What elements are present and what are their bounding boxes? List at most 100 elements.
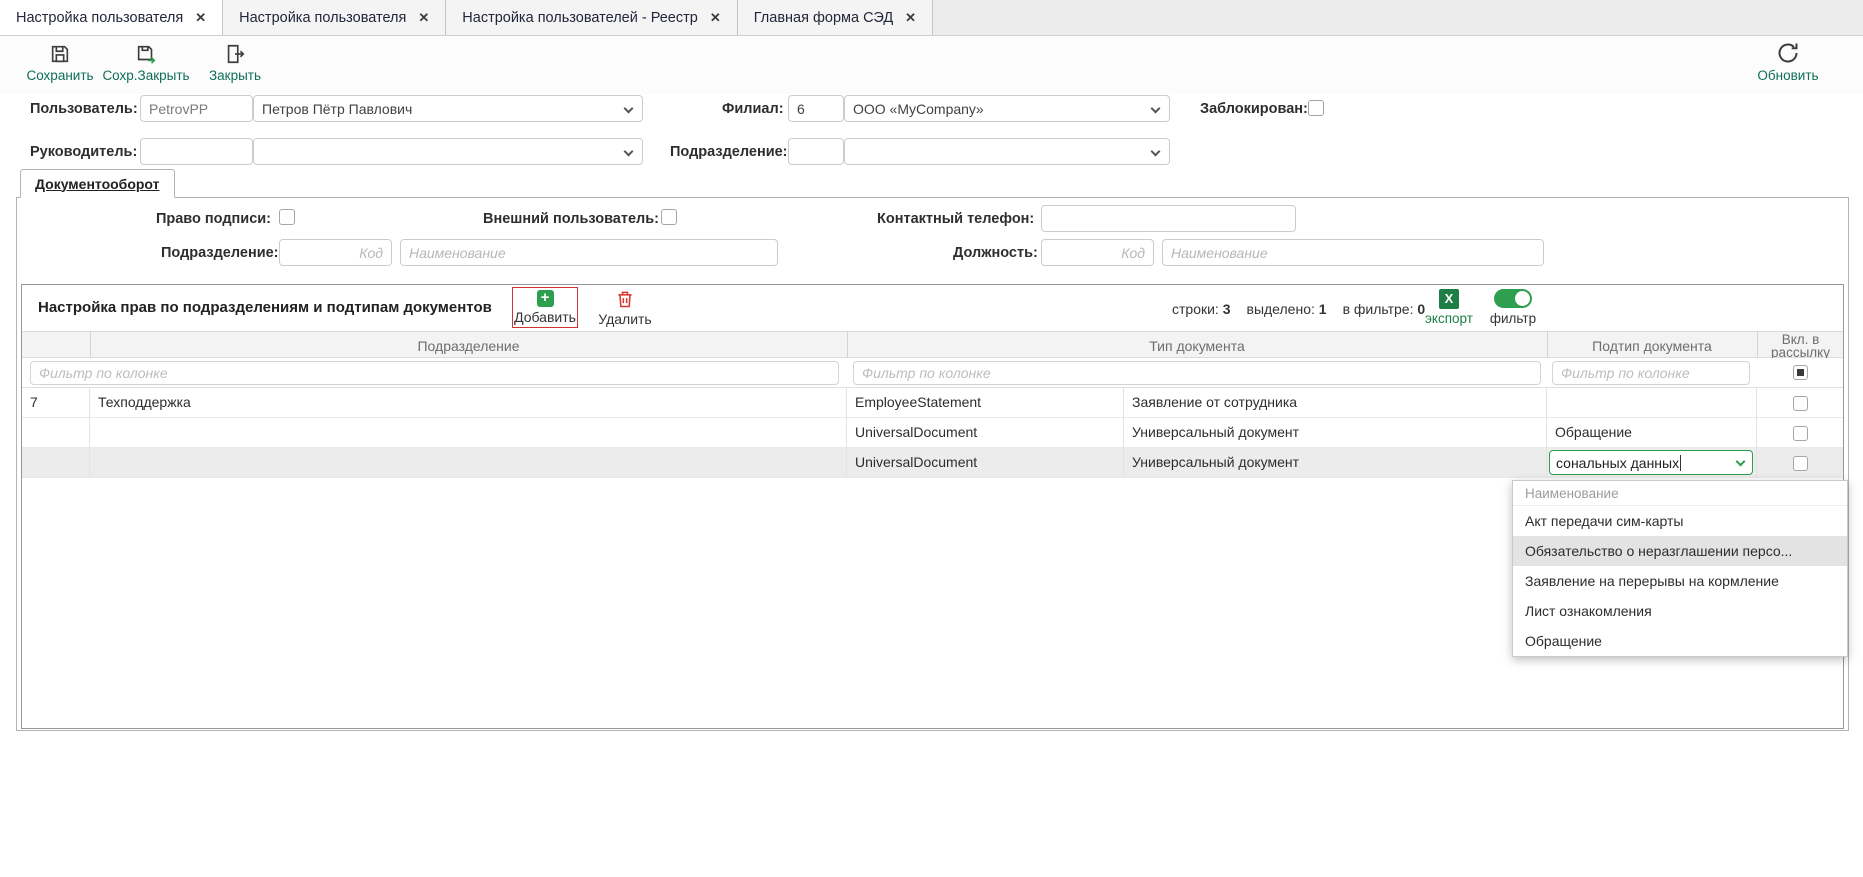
filter-toggle-button[interactable]: фильтр: [1484, 289, 1542, 326]
grid-stats: строки: 3 выделено: 1 в фильтре: 0: [1172, 301, 1425, 317]
trash-icon: [615, 289, 635, 309]
tab-user-settings-2[interactable]: Настройка пользователя ✕: [223, 0, 446, 35]
dropdown-item[interactable]: Лист ознакомления: [1513, 596, 1847, 626]
manager-code-input[interactable]: [140, 138, 253, 165]
row-number-cell: 7: [22, 388, 90, 418]
chevron-down-icon: [624, 104, 634, 114]
doc-type-code-cell: UniversalDocument: [847, 448, 1124, 478]
sub-department-name-input[interactable]: [400, 239, 778, 266]
tab-document-flow-label: Документооборот: [35, 176, 160, 192]
tab-label: Главная форма СЭД: [754, 10, 893, 26]
close-icon[interactable]: ✕: [710, 10, 721, 26]
table-row[interactable]: 7 Техподдержка EmployeeStatement Заявлен…: [22, 388, 1843, 418]
department-label: Подразделение:: [670, 144, 780, 160]
mailing-cell: [1757, 418, 1844, 448]
user-code-input[interactable]: [140, 95, 253, 122]
filter-doc-type-input[interactable]: [853, 361, 1541, 385]
branch-name-combobox[interactable]: ООО «MyCompany»: [844, 95, 1170, 122]
column-header-mailing[interactable]: Вкл. в рассылку: [1757, 332, 1844, 359]
mailing-cell: [1757, 448, 1844, 478]
delete-row-button[interactable]: Удалить: [594, 289, 656, 327]
selected-stat: выделено: 1: [1247, 301, 1327, 317]
mailing-checkbox[interactable]: [1793, 456, 1808, 471]
filter-doc-subtype-input[interactable]: [1552, 361, 1750, 385]
save-close-icon: [135, 43, 157, 65]
refresh-button[interactable]: Обновить: [1756, 41, 1820, 83]
branch-code-input[interactable]: [788, 95, 844, 122]
tab-label: Настройка пользователя: [239, 10, 406, 26]
dropdown-item[interactable]: Обращение: [1513, 626, 1847, 656]
save-icon: [49, 43, 71, 65]
refresh-label: Обновить: [1757, 68, 1818, 83]
dropdown-column-header: Наименование: [1513, 481, 1847, 506]
user-name-combobox[interactable]: Петров Пётр Павлович: [253, 95, 643, 122]
contact-phone-input[interactable]: [1041, 205, 1296, 232]
blocked-checkbox[interactable]: [1308, 100, 1324, 116]
close-icon[interactable]: ✕: [195, 10, 206, 26]
add-label: Добавить: [514, 309, 576, 325]
save-close-button[interactable]: Сохр.Закрыть: [105, 43, 187, 83]
filter-mailing-checkbox[interactable]: [1793, 365, 1808, 380]
save-close-label: Сохр.Закрыть: [102, 68, 189, 83]
subtype-editor-value: сональных данных: [1556, 455, 1679, 471]
tab-label: Настройка пользователей - Реестр: [462, 10, 698, 26]
toolbar: Сохранить Сохр.Закрыть Закрыть Обновить: [0, 36, 1863, 94]
add-row-button[interactable]: + Добавить: [514, 290, 576, 325]
doc-type-name-cell: Универсальный документ: [1124, 418, 1547, 448]
department-code-input[interactable]: [788, 138, 844, 165]
dropdown-item-highlighted[interactable]: Обязательство о неразглашении персо...: [1513, 536, 1847, 566]
close-icon[interactable]: ✕: [905, 10, 916, 26]
subtype-dropdown-button[interactable]: [1728, 451, 1752, 474]
mailing-checkbox[interactable]: [1793, 426, 1808, 441]
branch-label: Филиал:: [722, 101, 780, 117]
position-code-input[interactable]: [1041, 239, 1154, 266]
export-excel-button[interactable]: X экспорт: [1420, 289, 1478, 326]
sign-right-checkbox[interactable]: [279, 209, 295, 225]
department-cell: [90, 418, 847, 448]
table-row-selected[interactable]: UniversalDocument Универсальный документ…: [22, 448, 1843, 478]
chevron-down-icon: [624, 147, 634, 157]
blocked-label: Заблокирован:: [1200, 101, 1300, 117]
manager-name-combobox[interactable]: [253, 138, 643, 165]
refresh-icon: [1776, 41, 1800, 65]
department-name-combobox[interactable]: [844, 138, 1170, 165]
filter-row: [22, 358, 1843, 388]
excel-icon: X: [1439, 289, 1459, 309]
tab-user-settings-1[interactable]: Настройка пользователя ✕: [0, 0, 223, 35]
external-user-checkbox[interactable]: [661, 209, 677, 225]
position-name-input[interactable]: [1162, 239, 1544, 266]
tab-main-form[interactable]: Главная форма СЭД ✕: [738, 0, 933, 35]
close-icon[interactable]: ✕: [418, 10, 429, 26]
column-header-department[interactable]: Подразделение: [90, 332, 847, 359]
subtype-combobox-editor[interactable]: сональных данных: [1549, 450, 1753, 475]
contact-phone-label: Контактный телефон:: [877, 211, 1033, 227]
save-button[interactable]: Сохранить: [28, 43, 92, 83]
plus-icon: +: [537, 290, 554, 307]
manager-label: Руководитель:: [30, 144, 135, 160]
tab-users-registry[interactable]: Настройка пользователей - Реестр ✕: [446, 0, 737, 35]
table-row[interactable]: UniversalDocument Универсальный документ…: [22, 418, 1843, 448]
sign-right-label: Право подписи:: [147, 211, 271, 227]
column-header-doc-subtype[interactable]: Подтип документа: [1547, 332, 1757, 359]
app-window: Настройка пользователя ✕ Настройка польз…: [0, 0, 1863, 877]
column-header-doc-type[interactable]: Тип документа: [847, 332, 1547, 359]
sub-department-code-input[interactable]: [279, 239, 392, 266]
mailing-checkbox[interactable]: [1793, 396, 1808, 411]
department-cell: Техподдержка: [90, 388, 847, 418]
doc-subtype-cell: Обращение: [1547, 418, 1757, 448]
close-form-button[interactable]: Закрыть: [205, 43, 265, 83]
table-header: Подразделение Тип документа Подтип докум…: [22, 331, 1843, 358]
position-label: Должность:: [953, 245, 1033, 261]
grid-title: Настройка прав по подразделениям и подти…: [38, 299, 492, 316]
chevron-down-icon: [1151, 104, 1161, 114]
chevron-down-icon: [1735, 456, 1745, 466]
user-label: Пользователь:: [30, 101, 135, 117]
dropdown-item[interactable]: Заявление на перерывы на кормление: [1513, 566, 1847, 596]
text-cursor: [1680, 455, 1681, 471]
exit-door-icon: [224, 43, 246, 65]
tab-document-flow[interactable]: Документооборот: [20, 169, 175, 198]
filter-department-input[interactable]: [30, 361, 839, 385]
subtype-dropdown-popup: Наименование Акт передачи сим-карты Обяз…: [1512, 480, 1848, 657]
dropdown-item[interactable]: Акт передачи сим-карты: [1513, 506, 1847, 536]
external-user-label: Внешний пользователь:: [483, 211, 653, 227]
